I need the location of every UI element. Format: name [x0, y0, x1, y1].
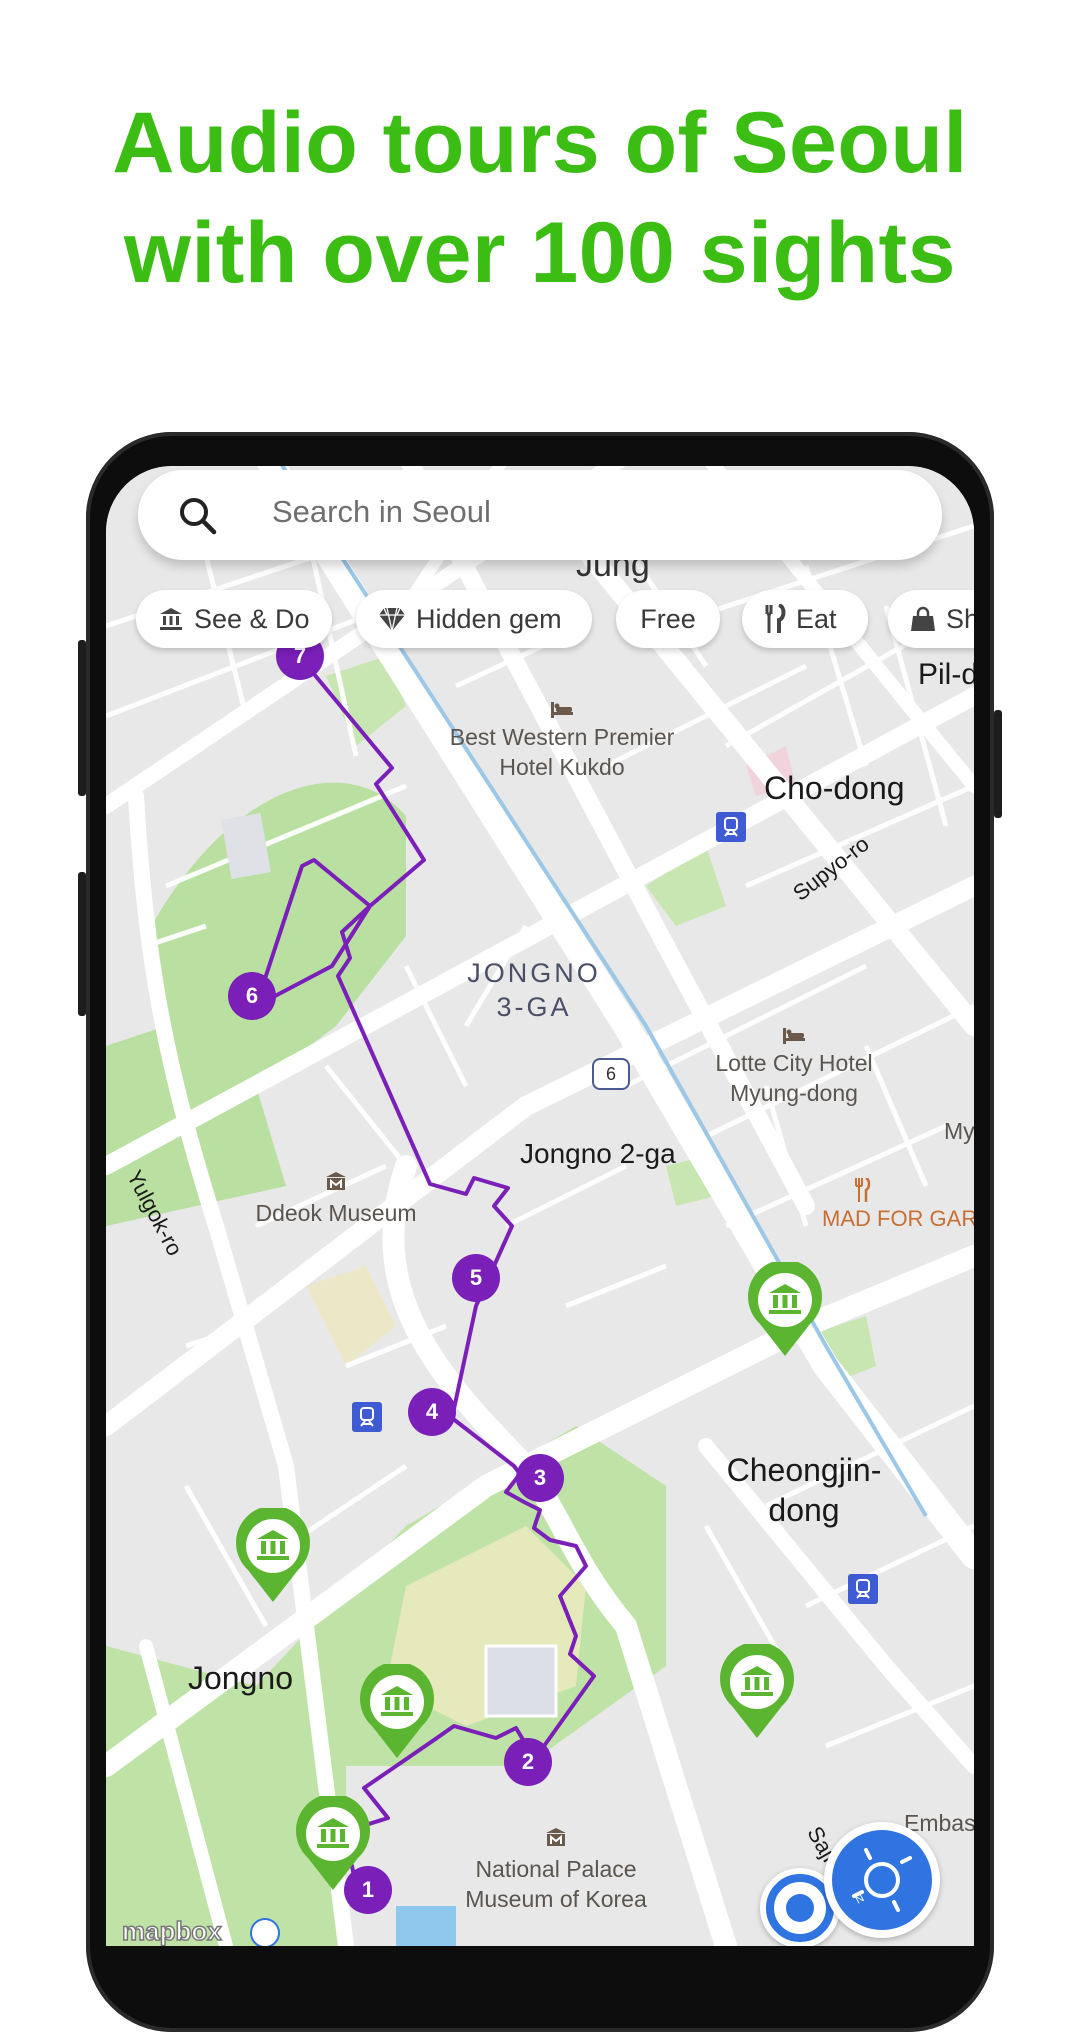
museum-icon — [446, 1826, 666, 1854]
poi-best-western[interactable]: Best Western Premier Hotel Kukdo — [422, 696, 702, 782]
headline-line-1: Audio tours of Seoul — [112, 95, 968, 191]
hotel-icon — [694, 1022, 894, 1048]
poi-mad-for-garlic[interactable]: MAD FOR GAR — [822, 1176, 974, 1232]
sight-pin[interactable] — [718, 1641, 796, 1740]
map-label-cheongjin-dong: Cheongjin- dong — [726, 1452, 882, 1528]
route-6-shield: 6 — [592, 1058, 630, 1090]
search-icon — [180, 498, 217, 535]
map-label-my-partial: My — [944, 1118, 974, 1144]
shopping-bag-icon — [911, 606, 935, 631]
sight-pin[interactable] — [234, 1505, 312, 1604]
map-label-cho-dong: Cho-dong — [764, 770, 905, 806]
headline-line-2: with over 100 sights — [123, 205, 957, 301]
chip-shop[interactable]: Sh — [888, 590, 974, 648]
map-label-pil-dong: Pil-d — [918, 658, 974, 691]
volume-button — [78, 640, 86, 796]
compass-icon: N — [832, 1830, 932, 1930]
sight-pin[interactable] — [358, 1661, 436, 1760]
tour-stop-2[interactable]: 2 — [504, 1738, 552, 1786]
tour-stop-5[interactable]: 5 — [452, 1254, 500, 1302]
diamond-icon — [379, 607, 405, 632]
compass-button[interactable]: N — [824, 1822, 940, 1938]
chip-eat[interactable]: Eat — [742, 590, 868, 648]
tour-stop-6[interactable]: 6 — [228, 972, 276, 1020]
map-label-jongno-2-ga: Jongno 2-ga — [520, 1138, 676, 1169]
map-screen[interactable]: Jung Pil-d Best Western Premier Hotel Ku… — [106, 466, 974, 1946]
subway-station-icon[interactable] — [352, 1402, 382, 1432]
museum-icon — [236, 1170, 436, 1198]
tour-stop-3[interactable]: 3 — [516, 1454, 564, 1502]
chip-hidden-gem[interactable]: Hidden gem — [356, 590, 592, 648]
search-input[interactable]: Search in Seoul — [272, 494, 491, 530]
tour-stop-1[interactable]: 1 — [344, 1866, 392, 1914]
poi-lotte-city-hotel[interactable]: Lotte City Hotel Myung-dong — [694, 1022, 894, 1108]
info-icon[interactable] — [250, 1918, 280, 1946]
museum-icon — [160, 608, 182, 630]
subway-station-icon[interactable] — [716, 812, 746, 842]
sight-pin[interactable] — [746, 1259, 824, 1358]
poi-national-palace-museum[interactable]: National Palace Museum of Korea — [446, 1826, 666, 1914]
search-bar[interactable]: Search in Seoul — [138, 470, 942, 560]
chip-see-and-do[interactable]: See & Do — [136, 590, 332, 648]
headline: Audio tours of Seoul with over 100 sight… — [0, 88, 1080, 308]
mapbox-attribution[interactable]: mapbox — [121, 1915, 222, 1946]
chip-free[interactable]: Free — [616, 590, 720, 648]
side-button — [994, 710, 1002, 818]
hotel-icon — [422, 696, 702, 722]
tour-stop-4[interactable]: 4 — [408, 1388, 456, 1436]
subway-station-icon[interactable] — [848, 1574, 878, 1604]
map-label-jongno: Jongno — [188, 1660, 293, 1696]
power-side-button — [78, 872, 86, 1016]
fork-knife-icon — [765, 604, 786, 633]
restaurant-icon — [832, 1176, 892, 1206]
poi-ddeok-museum[interactable]: Ddeok Museum — [236, 1170, 436, 1228]
map-label-jongno-3-ga: JONGNO 3-GA — [467, 958, 601, 1022]
